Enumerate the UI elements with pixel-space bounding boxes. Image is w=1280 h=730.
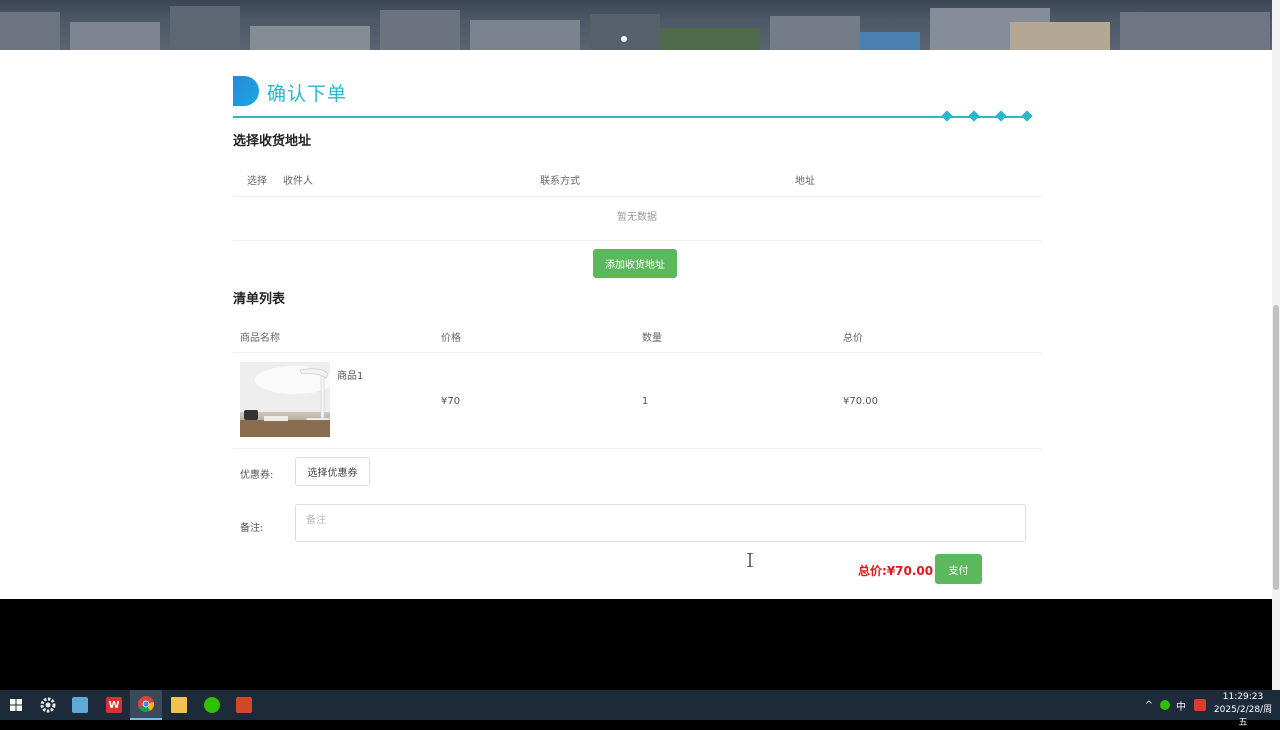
presentation-app-icon[interactable] bbox=[228, 690, 260, 720]
system-tray: ^ 中 bbox=[1142, 690, 1206, 720]
order-page: 确认下单 选择收货地址 选择 收件人 联系方式 地址 暂无数据 添加收货地址 清… bbox=[0, 50, 1272, 599]
settings-app-icon[interactable] bbox=[32, 690, 64, 720]
wps-app-icon[interactable]: W bbox=[98, 690, 130, 720]
table-row: 商品1 ¥70 1 ¥70.00 bbox=[233, 353, 1041, 449]
order-list-header: 商品名称 价格 数量 总价 bbox=[233, 318, 1041, 353]
clock-date: 2025/2/28/周五 bbox=[1213, 705, 1273, 728]
remark-label: 备注: bbox=[240, 523, 264, 534]
taskbar-clock[interactable]: 11:29:23 2025/2/28/周五 bbox=[1210, 691, 1276, 730]
product-quantity: 1 bbox=[642, 396, 649, 407]
column-header-select: 选择 bbox=[247, 176, 267, 187]
pay-button[interactable]: 支付 bbox=[935, 554, 982, 584]
section-header: 确认下单 bbox=[233, 76, 1041, 108]
product-total: ¥70.00 bbox=[843, 396, 878, 407]
divider-diamond-icon bbox=[941, 110, 953, 122]
start-icon[interactable] bbox=[0, 690, 32, 720]
divider-diamond-icon bbox=[968, 110, 980, 122]
wechat-app-icon[interactable] bbox=[196, 690, 228, 720]
column-header-contact: 联系方式 bbox=[540, 176, 580, 187]
scrollbar-thumb[interactable] bbox=[1273, 305, 1279, 590]
title-divider bbox=[233, 116, 1031, 118]
file-explorer-icon[interactable] bbox=[163, 690, 195, 720]
column-header-price: 价格 bbox=[441, 333, 461, 344]
notepad-app-icon[interactable] bbox=[64, 690, 96, 720]
ime-indicator[interactable]: 中 bbox=[1176, 698, 1186, 713]
column-header-recipient: 收件人 bbox=[283, 176, 313, 187]
divider-diamond-icon bbox=[1021, 110, 1033, 122]
column-header-total: 总价 bbox=[843, 333, 863, 344]
order-total: 总价:¥70.00 bbox=[858, 562, 933, 579]
product-image[interactable] bbox=[240, 362, 330, 437]
chevron-up-icon[interactable]: ^ bbox=[1142, 700, 1156, 711]
top-banner-image bbox=[0, 0, 1272, 50]
text-cursor-icon bbox=[747, 553, 753, 567]
order-list-title: 清单列表 bbox=[233, 292, 286, 307]
remark-input[interactable] bbox=[295, 504, 1026, 542]
column-header-product-name: 商品名称 bbox=[240, 333, 280, 344]
column-header-address: 地址 bbox=[795, 176, 815, 187]
total-value: ¥70.00 bbox=[886, 564, 934, 578]
product-price: ¥70 bbox=[441, 396, 461, 407]
sogou-ime-icon[interactable] bbox=[1194, 699, 1206, 711]
carousel-indicator-dot[interactable] bbox=[621, 36, 627, 42]
clock-time: 11:29:23 bbox=[1222, 692, 1264, 702]
wechat-tray-icon[interactable] bbox=[1160, 700, 1170, 710]
total-label: 总价: bbox=[858, 564, 887, 578]
product-name: 商品1 bbox=[337, 371, 364, 382]
page-scrollbar[interactable] bbox=[1272, 0, 1280, 690]
address-section-title: 选择收货地址 bbox=[233, 134, 312, 149]
add-address-button[interactable]: 添加收货地址 bbox=[593, 249, 677, 278]
column-header-quantity: 数量 bbox=[642, 333, 662, 344]
coupon-label: 优惠券: bbox=[240, 470, 274, 481]
page-title: 确认下单 bbox=[267, 83, 348, 105]
select-coupon-button[interactable]: 选择优惠券 bbox=[295, 457, 370, 486]
divider-diamond-icon bbox=[995, 110, 1007, 122]
section-logo-icon bbox=[233, 76, 259, 106]
taskbar: W ^ 中 11:29:23 2025/2/28/周五 bbox=[0, 690, 1280, 728]
address-table-header: 选择 收件人 联系方式 地址 bbox=[233, 160, 1041, 197]
address-empty-text: 暂无数据 bbox=[233, 197, 1041, 241]
chrome-app-icon[interactable] bbox=[130, 690, 162, 720]
